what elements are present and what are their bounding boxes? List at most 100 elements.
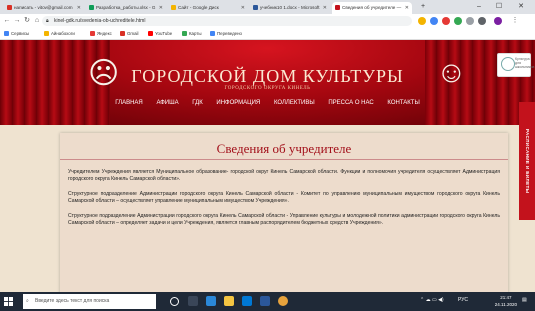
bookmark-item[interactable]: Gmail [120, 28, 138, 39]
close-icon[interactable]: ✕ [405, 2, 409, 14]
badge-emblem-icon [501, 57, 515, 71]
youtube-icon [148, 31, 153, 36]
bookmark-icon [44, 31, 49, 36]
bookmark-label: Gmail [127, 31, 139, 36]
windows-start-icon[interactable] [4, 297, 13, 306]
web-page: ☹ ☺ ГОРОДСКОЙ ДОМ КУЛЬТУРЫ ГОРОДСКОГО ОК… [0, 40, 535, 292]
word-icon[interactable] [260, 296, 270, 306]
bookmark-label: YouTube [155, 31, 173, 36]
page-title: Сведения об учредителе [216, 141, 352, 156]
bookmark-item[interactable]: YouTube [148, 28, 172, 39]
edge-icon[interactable] [206, 296, 216, 306]
close-icon[interactable]: ✕ [77, 2, 81, 14]
bookmark-item[interactable]: Переведено [210, 28, 242, 39]
bookmark-label: Сервисы [11, 31, 30, 36]
content-panel: Сведения об учредителе Учредителем Учреж… [60, 133, 508, 292]
paragraph: Структурное подразделение Администрации … [68, 213, 500, 226]
language-indicator[interactable]: РУС [458, 297, 468, 303]
close-icon[interactable]: ✕ [323, 2, 327, 14]
site-subtitle: ГОРОДСКОГО ОКРУГА КИНЕЛЬ [224, 86, 311, 91]
notifications-icon[interactable]: ▤ [522, 297, 527, 303]
bookmark-label: Переведено [217, 31, 242, 36]
sheets-icon [89, 5, 94, 10]
culture-badge-logo[interactable]: Культура для школьников [497, 53, 535, 77]
new-tab-button[interactable]: + [414, 0, 432, 14]
main-nav: Главная Афиша ГДК Информация Коллективы … [0, 100, 535, 106]
bookmark-label: Карты [189, 31, 202, 36]
nav-item-contacts[interactable]: Контакты [387, 100, 419, 106]
paragraph: Структурное подразделение Администрации … [68, 191, 500, 204]
address-bar-row: ← → ↻ ⌂ 🔒︎ kinel-gdk.ru/svedenia-ob-uchr… [0, 14, 535, 28]
tab-label: написать - vitov@gmail.com [14, 5, 73, 10]
tab-label: Разработка_работы.xlsx - G [96, 5, 156, 10]
lock-icon: 🔒︎ [46, 18, 49, 24]
nav-item-afisha[interactable]: Афиша [156, 100, 178, 106]
forward-icon[interactable]: → [12, 16, 22, 26]
menu-icon[interactable]: ⋮ [510, 16, 520, 26]
home-icon[interactable]: ⌂ [32, 16, 42, 26]
browser-tab-3[interactable]: Сайт - Google Диск ✕ [168, 2, 248, 14]
bookmark-item[interactable]: Айнабохоги [44, 28, 75, 39]
clock-date: 24.11.2020 [494, 302, 517, 307]
tab-label: Сведения об учредителе — [342, 5, 402, 10]
browser-tab-4[interactable]: учебник10 1.docx - Microsoft ✕ [250, 2, 330, 14]
bookmark-item[interactable]: Сервисы [4, 28, 29, 39]
url-field[interactable]: 🔒︎ kinel-gdk.ru/svedenia-ob-uchreditele.… [42, 16, 412, 26]
site-favicon-icon [335, 5, 340, 10]
cortana-icon[interactable] [170, 297, 179, 306]
extension-icon[interactable] [466, 17, 474, 25]
bookmarks-bar: Сервисы Айнабохоги Яндекс Gmail YouTube … [0, 28, 535, 40]
extension-icon[interactable] [430, 17, 438, 25]
browser-tab-active[interactable]: Сведения об учредителе — ✕ [332, 2, 412, 14]
bookmark-label: Айнабохоги [51, 31, 75, 36]
tab-label: учебник10 1.docx - Microsoft [260, 5, 320, 10]
maps-icon [182, 31, 187, 36]
nav-item-home[interactable]: Главная [115, 100, 143, 106]
taskbar-search-input[interactable]: ⌕ Введите здесь текст для поиска [23, 294, 156, 309]
store-icon[interactable] [242, 296, 252, 306]
close-window-button[interactable]: ✕ [512, 0, 530, 14]
badge-text: Культура для школьников [515, 57, 535, 69]
file-explorer-icon[interactable] [224, 296, 234, 306]
gmail-icon [7, 5, 12, 10]
tab-label: Сайт - Google Диск [178, 5, 219, 10]
extension-icon[interactable] [478, 17, 486, 25]
yandex-icon [90, 31, 95, 36]
bookmark-item[interactable]: Карты [182, 28, 202, 39]
tray-icons[interactable]: ⌃ ☁ ▭ ◀︎) [420, 297, 444, 303]
reload-icon[interactable]: ↻ [22, 16, 32, 26]
close-icon[interactable]: ✕ [241, 2, 245, 14]
bookmark-label: Яндекс [97, 31, 112, 36]
close-icon[interactable]: ✕ [159, 2, 163, 14]
nav-item-collectives[interactable]: Коллективы [274, 100, 315, 106]
url-text: kinel-gdk.ru/svedenia-ob-uchreditele.htm… [54, 18, 146, 24]
clock-time: 21:47 [500, 295, 512, 300]
clock[interactable]: 21:47 24.11.2020 [495, 294, 517, 308]
task-view-icon[interactable] [188, 296, 198, 306]
back-icon[interactable]: ← [2, 16, 12, 26]
profile-avatar[interactable] [494, 17, 502, 25]
nav-item-press[interactable]: Пресса о нас [328, 100, 373, 106]
search-placeholder: Введите здесь текст для поиска [35, 298, 110, 304]
nav-item-gdk[interactable]: ГДК [192, 100, 202, 106]
extension-icon[interactable] [442, 17, 450, 25]
bookmark-item[interactable]: Яндекс [90, 28, 112, 39]
apps-icon [4, 31, 9, 36]
browser-tab-2[interactable]: Разработка_работы.xlsx - G ✕ [86, 2, 166, 14]
taskbar: ⌕ Введите здесь текст для поиска ⌃ ☁ ▭ ◀… [0, 292, 535, 311]
nav-item-info[interactable]: Информация [216, 100, 260, 106]
gmail-icon [120, 31, 125, 36]
site-header: ☹ ☺ ГОРОДСКОЙ ДОМ КУЛЬТУРЫ ГОРОДСКОГО ОК… [0, 40, 535, 125]
search-icon: ⌕ [26, 298, 29, 304]
schedule-tickets-tab[interactable]: РАСПИСАНИЕ И БИЛЕТЫ [519, 102, 535, 220]
browser-tab-1[interactable]: написать - vitov@gmail.com ✕ [4, 2, 84, 14]
drive-icon [171, 5, 176, 10]
maximize-button[interactable]: ☐ [490, 0, 508, 14]
extension-icon[interactable] [454, 17, 462, 25]
chrome-icon[interactable] [278, 296, 288, 306]
minimize-button[interactable]: – [470, 0, 488, 14]
site-title[interactable]: ГОРОДСКОЙ ДОМ КУЛЬТУРЫ [0, 66, 535, 87]
star-icon[interactable] [418, 17, 426, 25]
word-icon [253, 5, 258, 10]
title-divider [60, 159, 508, 160]
